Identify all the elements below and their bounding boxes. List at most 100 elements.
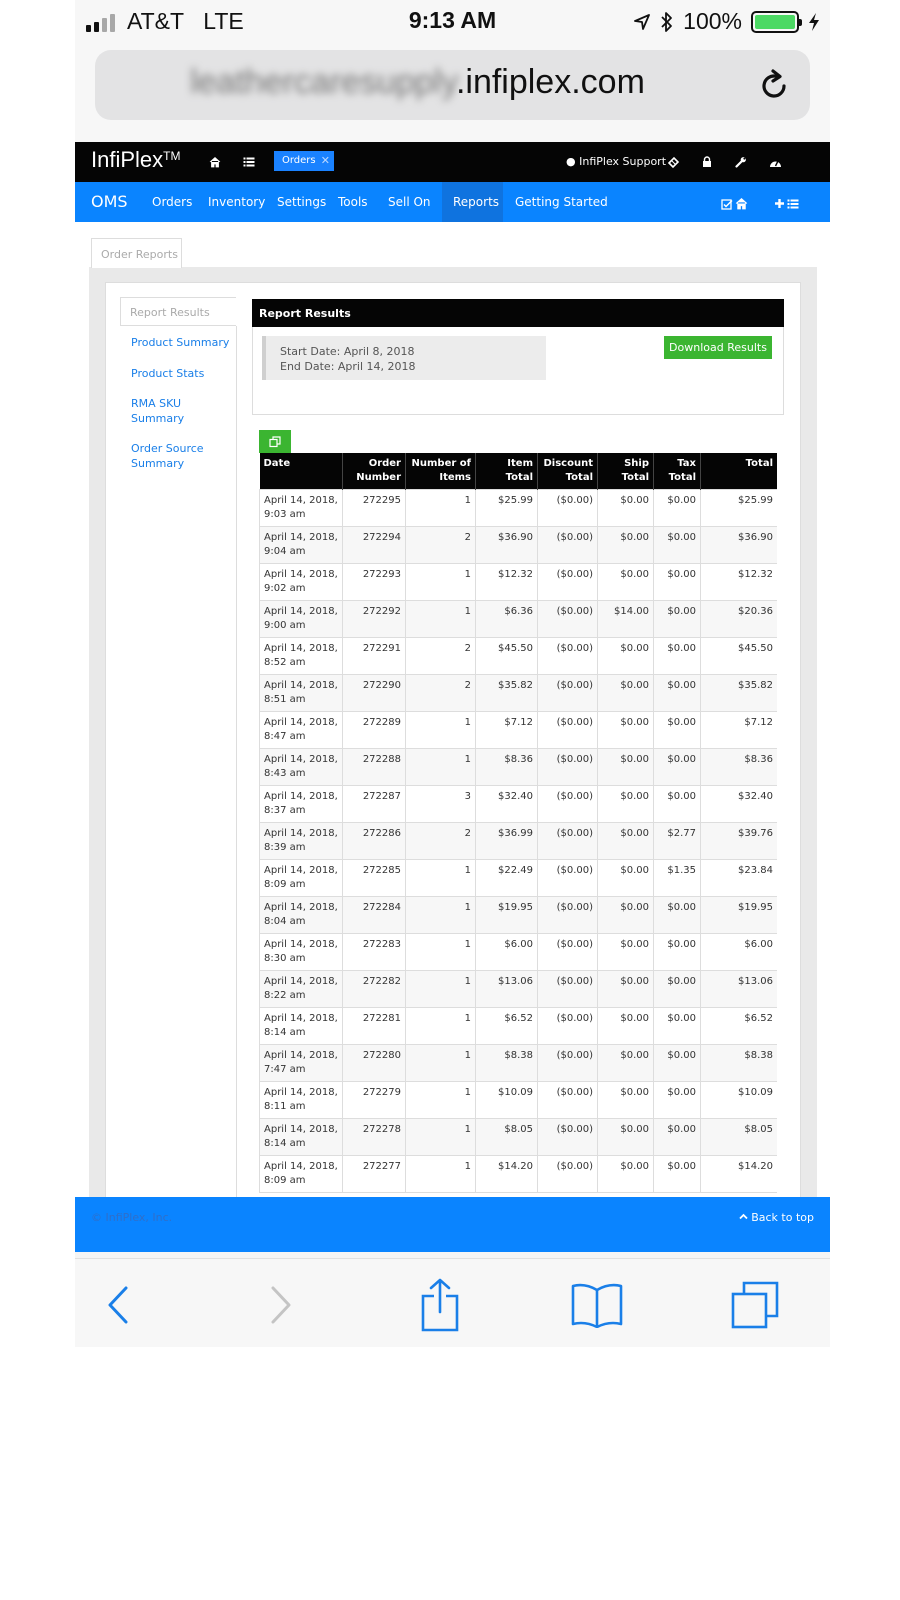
sidebar-item-report-results[interactable]: Report Results (120, 297, 236, 326)
cell-tax-total: $0.00 (653, 600, 701, 638)
cell-item-total: $22.49 (475, 859, 538, 897)
table-row[interactable]: April 14, 2018, 8:43 am 272288 1 $8.36 ($0.0… (259, 748, 777, 786)
cell-order-number: 272277 (342, 1155, 406, 1193)
cell-date: April 14, 2018, 8:11 am (259, 1081, 343, 1119)
nav-item-inventory[interactable]: Inventory (208, 195, 265, 209)
nav-item-sell-on[interactable]: Sell On (388, 195, 431, 209)
list-icon[interactable] (786, 195, 800, 214)
list-icon[interactable] (241, 154, 257, 170)
table-row[interactable]: April 14, 2018, 7:47 am 272280 1 $8.38 ($0.0… (259, 1044, 777, 1082)
column-header-order-number[interactable]: Order Number (342, 453, 406, 490)
share-icon[interactable] (410, 1275, 470, 1335)
cell-item-total: $36.99 (475, 822, 538, 860)
battery-percent: 100% (683, 8, 742, 34)
column-header-number-of-items[interactable]: Number of Items (405, 453, 476, 490)
cell-total: $23.84 (700, 859, 777, 897)
check-square-icon[interactable] (721, 196, 733, 215)
table-row[interactable]: April 14, 2018, 8:14 am 272281 1 $6.52 ($0.0… (259, 1007, 777, 1045)
plus-icon[interactable] (774, 194, 785, 213)
copy-icon (269, 435, 281, 447)
sidebar-item-rma-sku-summary[interactable]: RMA SKU Summary (131, 396, 201, 426)
dashboard-icon[interactable] (767, 154, 783, 170)
nav-item-tools[interactable]: Tools (338, 195, 368, 209)
table-row[interactable]: April 14, 2018, 8:04 am 272284 1 $19.95 ($0.… (259, 896, 777, 934)
column-header-total[interactable]: Total (700, 453, 777, 490)
table-row[interactable]: April 14, 2018, 9:03 am 272295 1 $25.99 ($0.… (259, 489, 777, 527)
sidebar-item-product-summary[interactable]: Product Summary (131, 335, 231, 350)
table-row[interactable]: April 14, 2018, 8:09 am 272285 1 $22.49 ($0.… (259, 859, 777, 897)
close-icon[interactable]: ✕ (321, 154, 330, 167)
cell-total: $35.82 (700, 674, 777, 712)
cell-ship-total: $0.00 (597, 674, 654, 712)
open-tab-label: Orders (282, 155, 316, 166)
url-field[interactable]: leathercaresupply.infiplex.com (95, 50, 810, 120)
support-link[interactable]: ● InfiPlex Support (566, 155, 666, 168)
column-header-ship-total[interactable]: Ship Total (597, 453, 654, 490)
nav-item-getting-started[interactable]: Getting Started (515, 195, 608, 209)
forward-arrow-icon[interactable] (251, 1275, 311, 1335)
cell-order-number: 272286 (342, 822, 406, 860)
cell-number-of-items: 1 (405, 1155, 476, 1193)
cell-ship-total: $0.00 (597, 1118, 654, 1156)
table-row[interactable]: April 14, 2018, 8:37 am 272287 3 $32.40 ($0.… (259, 785, 777, 823)
column-header-discount-total[interactable]: Discount Total (537, 453, 598, 490)
cell-ship-total: $0.00 (597, 859, 654, 897)
nav-item-orders[interactable]: Orders (152, 195, 192, 209)
column-header-item-total[interactable]: Item Total (475, 453, 538, 490)
brand-logo[interactable]: InfiPlexTM (91, 147, 180, 173)
table-row[interactable]: April 14, 2018, 9:00 am 272292 1 $6.36 ($0.0… (259, 600, 777, 638)
lock-icon[interactable] (699, 154, 715, 170)
download-results-button[interactable]: Download Results (664, 336, 772, 359)
wrench-icon[interactable] (733, 154, 749, 170)
tab-order-reports[interactable]: Order Reports (91, 238, 182, 268)
cell-total: $14.20 (700, 1155, 777, 1193)
ticket-icon[interactable] (665, 154, 681, 170)
table-row[interactable]: April 14, 2018, 8:30 am 272283 1 $6.00 ($0.0… (259, 933, 777, 971)
table-row[interactable]: April 14, 2018, 9:04 am 272294 2 $36.90 ($0.… (259, 526, 777, 564)
cell-discount-total: ($0.00) (537, 1118, 598, 1156)
bluetooth-icon (661, 11, 673, 32)
tabs-icon[interactable] (725, 1275, 785, 1335)
cell-total: $10.09 (700, 1081, 777, 1119)
table-row[interactable]: April 14, 2018, 8:52 am 272291 2 $45.50 ($0.… (259, 637, 777, 675)
cell-date: April 14, 2018, 8:09 am (259, 1155, 343, 1193)
table-row[interactable]: April 14, 2018, 9:02 am 272293 1 $12.32 ($0.… (259, 563, 777, 601)
back-to-top-link[interactable]: Back to top (739, 1211, 814, 1224)
table-row[interactable]: April 14, 2018, 8:51 am 272290 2 $35.82 ($0.… (259, 674, 777, 712)
cell-tax-total: $0.00 (653, 1044, 701, 1082)
cell-item-total: $25.99 (475, 489, 538, 527)
table-row[interactable]: April 14, 2018, 8:09 am 272277 1 $14.20 ($0.… (259, 1155, 777, 1193)
cell-tax-total: $0.00 (653, 1081, 701, 1119)
report-results-title: Report Results (252, 299, 784, 327)
cell-ship-total: $14.00 (597, 600, 654, 638)
cell-order-number: 272284 (342, 896, 406, 934)
home-icon[interactable] (735, 195, 748, 214)
nav-brand-oms[interactable]: OMS (91, 192, 128, 211)
cell-order-number: 272279 (342, 1081, 406, 1119)
column-header-tax-total[interactable]: Tax Total (653, 453, 701, 490)
nav-item-settings[interactable]: Settings (277, 195, 326, 209)
cell-discount-total: ($0.00) (537, 748, 598, 786)
table-row[interactable]: April 14, 2018, 8:47 am 272289 1 $7.12 ($0.0… (259, 711, 777, 749)
cell-discount-total: ($0.00) (537, 526, 598, 564)
back-arrow-icon[interactable] (88, 1275, 148, 1335)
cell-tax-total: $0.00 (653, 674, 701, 712)
table-row[interactable]: April 14, 2018, 8:22 am 272282 1 $13.06 ($0.… (259, 970, 777, 1008)
cell-ship-total: $0.00 (597, 637, 654, 675)
column-header-date[interactable]: Date (259, 453, 343, 490)
cell-order-number: 272292 (342, 600, 406, 638)
open-tab-orders[interactable]: Orders ✕ (274, 151, 334, 171)
sidebar-item-product-stats[interactable]: Product Stats (131, 366, 231, 381)
table-row[interactable]: April 14, 2018, 8:14 am 272278 1 $8.05 ($0.0… (259, 1118, 777, 1156)
table-row[interactable]: April 14, 2018, 8:11 am 272279 1 $10.09 ($0.… (259, 1081, 777, 1119)
reload-icon[interactable] (756, 68, 792, 104)
cell-order-number: 272288 (342, 748, 406, 786)
sidebar-item-order-source-summary[interactable]: Order Source Summary (131, 441, 211, 471)
copy-button[interactable] (259, 430, 291, 453)
chevron-up-icon (739, 1213, 748, 1220)
home-icon[interactable] (207, 154, 223, 170)
nav-item-reports[interactable]: Reports (453, 195, 499, 209)
table-row[interactable]: April 14, 2018, 8:39 am 272286 2 $36.99 ($0.… (259, 822, 777, 860)
bookmarks-icon[interactable] (567, 1275, 627, 1335)
cell-discount-total: ($0.00) (537, 637, 598, 675)
